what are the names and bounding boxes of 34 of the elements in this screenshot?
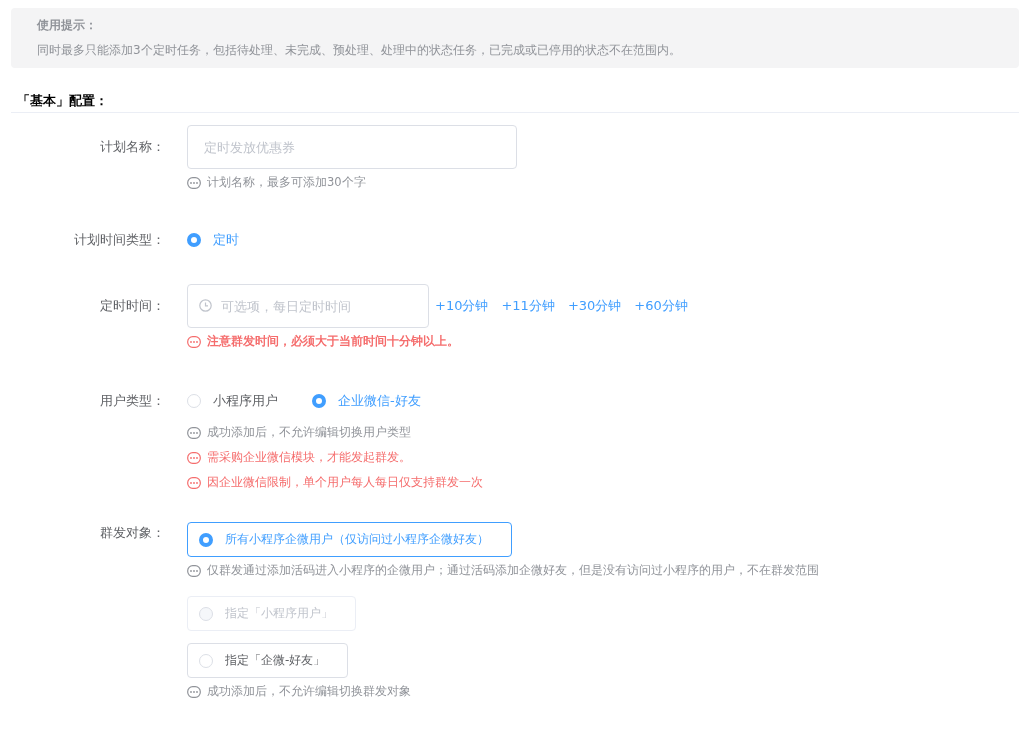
time-shortcut-link[interactable]: +11分钟 <box>501 297 555 315</box>
message-icon <box>187 564 201 577</box>
time-shortcut-link[interactable]: +10分钟 <box>435 297 489 315</box>
radio-option[interactable]: 企业微信-好友 <box>312 391 421 411</box>
message-icon <box>187 335 201 348</box>
clock-icon <box>199 299 212 312</box>
hint-text: 仅群发通过添加活码进入小程序的企微用户；通过活码添加企微好友，但是没有访问过小程序的用户，不在群发范围 <box>207 563 819 578</box>
hint-text: 成功添加后，不允许编辑切换用户类型 <box>207 425 411 440</box>
hint-text: 注意群发时间，必须大于当前时间十分钟以上。 <box>207 334 459 349</box>
message-icon <box>187 451 201 464</box>
time-field[interactable]: 可选项，每日定时时间 <box>187 284 429 328</box>
radio-option[interactable]: 小程序用户 <box>187 391 278 411</box>
field-label: 计划名称： <box>99 138 166 156</box>
time-shortcut-link[interactable]: +30分钟 <box>567 297 622 315</box>
field-label: 用户类型： <box>99 392 166 410</box>
radio-card[interactable]: 指定「企微-好友」 <box>187 643 349 678</box>
hint-text: 计划名称，最多可添加30个字 <box>207 175 366 190</box>
notice-title: 使用提示： <box>37 17 98 34</box>
notice-text: 同时最多只能添加3个定时任务，包括待处理、未完成、预处理、处理中的状态任务，已完成或已停用的状态不在范围内。 <box>37 42 682 59</box>
time-shortcut-link[interactable]: +60分钟 <box>634 297 688 315</box>
message-icon <box>187 426 201 439</box>
message-icon <box>187 476 201 489</box>
section-title: 「基本」配置： <box>11 92 1019 113</box>
hint-text: 需采购企业微信模块，才能发起群发。 <box>207 450 411 465</box>
input-field[interactable]: 定时发放优惠券 <box>187 125 517 169</box>
field-label: 群发对象： <box>99 524 166 542</box>
field-label: 计划时间类型： <box>73 231 166 249</box>
radio-option[interactable]: 定时 <box>187 230 239 250</box>
message-icon <box>187 685 201 698</box>
radio-card[interactable]: 所有小程序企微用户（仅访问过小程序企微好友） <box>187 522 512 557</box>
hint-text: 成功添加后，不允许编辑切换群发对象 <box>207 684 411 699</box>
message-icon <box>187 176 201 189</box>
field-label: 定时时间： <box>99 297 166 315</box>
hint-text: 因企业微信限制，单个用户每人每日仅支持群发一次 <box>207 475 483 490</box>
